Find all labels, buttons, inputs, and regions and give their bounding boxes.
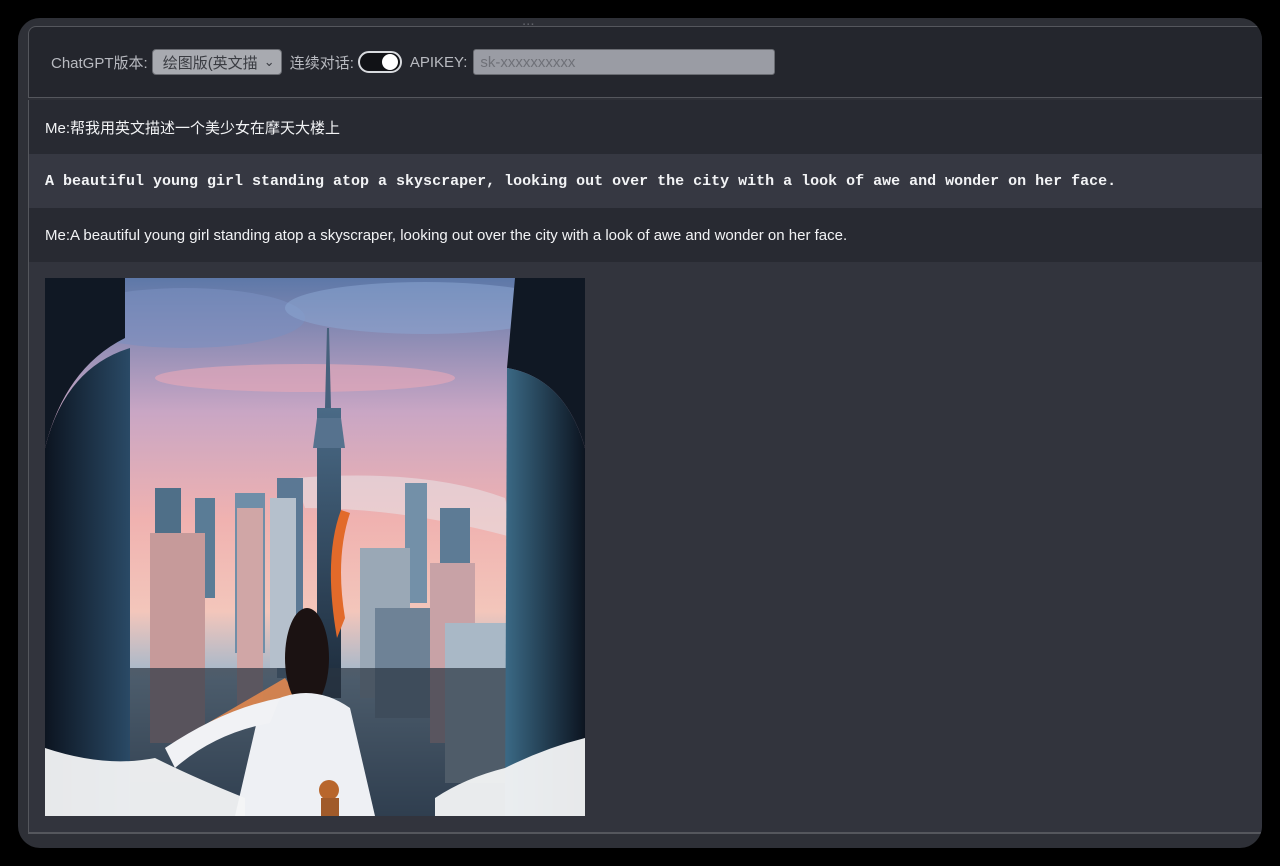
apikey-input[interactable]: sk-xxxxxxxxxx [473,49,776,75]
chat-message-assistant: A beautiful young girl standing atop a s… [29,154,1262,208]
chevron-down-icon: ⌄ [263,54,275,69]
chat-message-user: Me:A beautiful young girl standing atop … [29,208,1262,262]
toggle-knob [381,54,398,70]
app-window: ... ChatGPT版本: 绘图版(英文描 ⌄ 连续对话: APIKEY: s… [18,18,1262,848]
input-divider [28,832,1262,834]
message-text: Me:帮我用英文描述一个美少女在摩天大楼上 [45,119,341,137]
version-select[interactable]: 绘图版(英文描 ⌄ [151,49,282,75]
generated-image[interactable] [45,278,585,816]
chat-message-user: Me:帮我用英文描述一个美少女在摩天大楼上 [29,100,1262,154]
message-text: Me:A beautiful young girl standing atop … [45,226,848,244]
message-text: A beautiful young girl standing atop a s… [45,172,1117,190]
apikey-placeholder: sk-xxxxxxxxxx [480,53,576,71]
continuous-chat-toggle[interactable] [357,51,402,73]
version-select-value: 绘图版(英文描 [162,54,258,72]
city-skyline-illustration [45,278,585,816]
toolbar: ChatGPT版本: 绘图版(英文描 ⌄ 连续对话: APIKEY: sk-xx… [28,26,1262,98]
chat-area: Me:帮我用英文描述一个美少女在摩天大楼上 A beautiful young … [28,100,1262,834]
apikey-label: APIKEY: [409,53,468,71]
version-label: ChatGPT版本: [51,54,148,72]
continuous-chat-label: 连续对话: [289,54,354,72]
